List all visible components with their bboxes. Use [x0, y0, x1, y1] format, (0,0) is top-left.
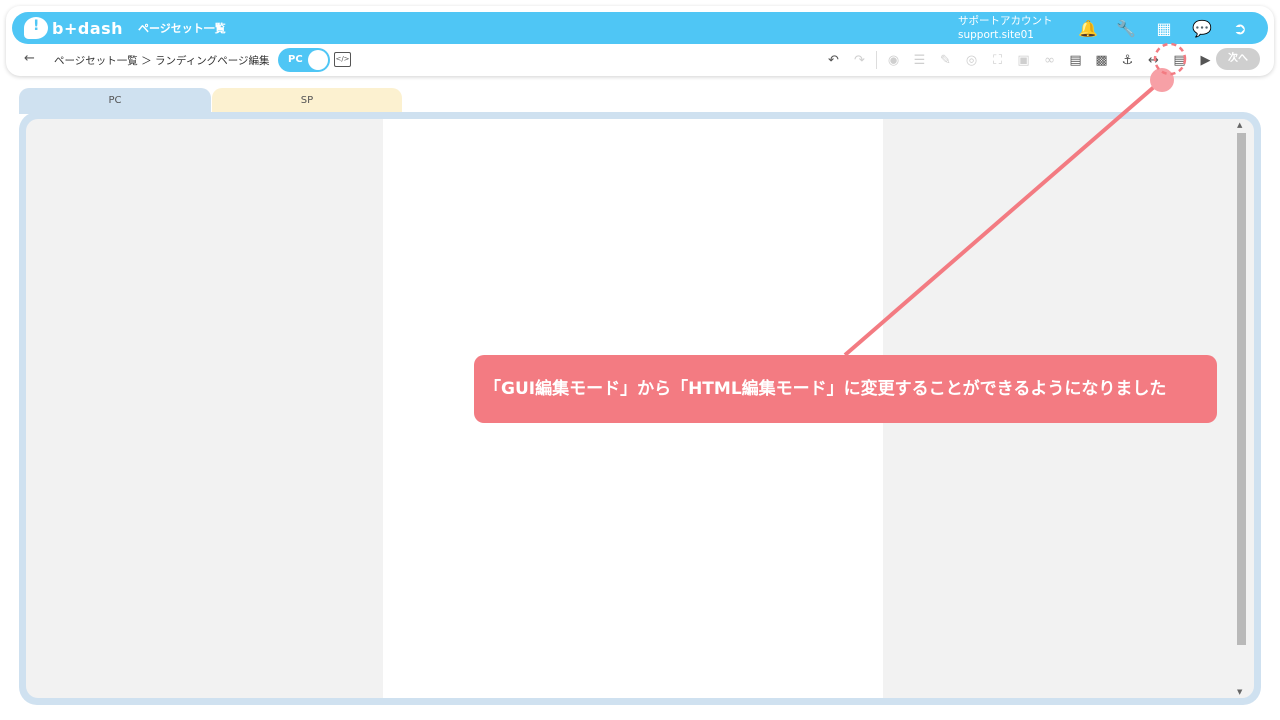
editor-toolbar: ← ページセット一覧 ＞ ランディングページ編集 PC </> ↶ ↷ ◉ ☰ …: [18, 48, 1268, 72]
top-nav-page-sets[interactable]: ページセット一覧: [138, 20, 226, 36]
account-info[interactable]: サポートアカウント support.site01: [958, 14, 1053, 42]
next-button[interactable]: 次へ: [1216, 48, 1260, 70]
vertical-scrollbar[interactable]: ▲ ▼: [1234, 119, 1248, 698]
target-icon[interactable]: ◎: [962, 51, 981, 70]
redo-icon[interactable]: ↷: [850, 51, 869, 70]
chat-icon[interactable]: 💬: [1192, 18, 1212, 38]
link-icon[interactable]: ∞: [1040, 51, 1059, 70]
scroll-up-icon[interactable]: ▲: [1237, 121, 1242, 129]
account-id: support.site01: [958, 29, 1034, 41]
align-left-icon[interactable]: ☰: [910, 51, 929, 70]
top-bar: b+dash ページセット一覧 サポートアカウント support.site01…: [12, 12, 1268, 44]
brand-name: b+dash: [52, 18, 124, 38]
tab-pc[interactable]: PC: [19, 88, 211, 114]
brand-logo[interactable]: b+dash: [24, 16, 123, 40]
gallery-icon[interactable]: ▩: [1092, 51, 1111, 70]
logo-bubble-icon: [24, 17, 48, 39]
toggle-knob: [308, 50, 328, 70]
scroll-down-icon[interactable]: ▼: [1237, 688, 1242, 696]
back-arrow-icon[interactable]: ←: [24, 51, 35, 66]
preview-play-icon[interactable]: ▶: [1196, 51, 1215, 70]
anchor-icon[interactable]: ⚓: [1118, 51, 1137, 70]
pen-icon[interactable]: ✎: [936, 51, 955, 70]
logout-icon[interactable]: ➲: [1230, 18, 1250, 38]
palette-icon[interactable]: ◉: [884, 51, 903, 70]
html-tag-icon[interactable]: ↔: [1144, 51, 1163, 70]
image-icon[interactable]: ▣: [1014, 51, 1033, 70]
grid-icon[interactable]: ▦: [1154, 18, 1174, 38]
editing-tools: ↶ ↷ ◉ ☰ ✎ ◎ ⛶ ▣ ∞ ▤ ▩ ⚓ ↔ ▤ ▶: [824, 49, 1215, 71]
annotation-callout: 「GUI編集モード」から「HTML編集モード」に変更することができるようになりま…: [474, 355, 1217, 423]
device-toggle[interactable]: PC: [278, 48, 330, 72]
bell-icon[interactable]: 🔔: [1078, 18, 1098, 38]
scroll-thumb[interactable]: [1237, 133, 1246, 645]
account-name: サポートアカウント: [958, 15, 1053, 27]
undo-icon[interactable]: ↶: [824, 51, 843, 70]
html-edit-mode-icon[interactable]: ▤: [1170, 51, 1189, 70]
wrench-icon[interactable]: 🔧: [1116, 18, 1136, 38]
code-view-icon[interactable]: </>: [334, 52, 351, 67]
tab-sp[interactable]: SP: [212, 88, 402, 114]
expand-icon[interactable]: ⛶: [988, 51, 1007, 70]
breadcrumb[interactable]: ページセット一覧 ＞ ランディングページ編集: [54, 53, 270, 68]
device-toggle-label: PC: [288, 54, 303, 65]
toolbar-divider: [876, 51, 877, 69]
section-icon[interactable]: ▤: [1066, 51, 1085, 70]
